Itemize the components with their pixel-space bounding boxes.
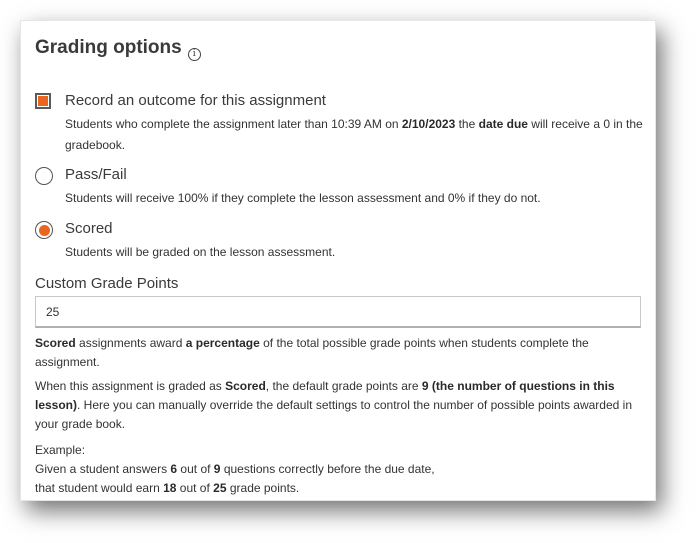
option-label: Pass/Fail — [65, 166, 127, 183]
option-description: Students will be graded on the lesson as… — [65, 245, 336, 259]
section-title: Grading options i — [35, 37, 201, 61]
pass-fail-radio[interactable] — [35, 167, 53, 185]
option-description: Students will receive 100% if they compl… — [65, 191, 541, 205]
example-block: Example: Given a student answers 6 out o… — [35, 441, 641, 498]
scored-radio[interactable] — [35, 221, 53, 239]
custom-grade-points-label: Custom Grade Points — [35, 275, 179, 292]
custom-grade-points-input[interactable]: 25 — [35, 296, 641, 328]
example-heading: Example: — [35, 443, 86, 457]
option-label: Scored — [65, 220, 113, 237]
example-line-1: Given a student answers 6 out of 9 quest… — [35, 462, 435, 476]
default-points-explanation: When this assignment is graded as Scored… — [35, 379, 632, 431]
option-label: Record an outcome for this assignment — [65, 92, 326, 109]
record-outcome-checkbox[interactable] — [35, 93, 51, 109]
example-line-2: that student would earn 18 out of 25 gra… — [35, 481, 300, 495]
section-title-text: Grading options — [35, 37, 182, 58]
info-icon[interactable]: i — [187, 48, 201, 61]
option-description: Students who complete the assignment lat… — [65, 117, 643, 152]
scored-explanation: Scored assignments award a percentage of… — [35, 336, 589, 369]
grading-options-panel: Grading options i Record an outcome for … — [20, 20, 656, 501]
